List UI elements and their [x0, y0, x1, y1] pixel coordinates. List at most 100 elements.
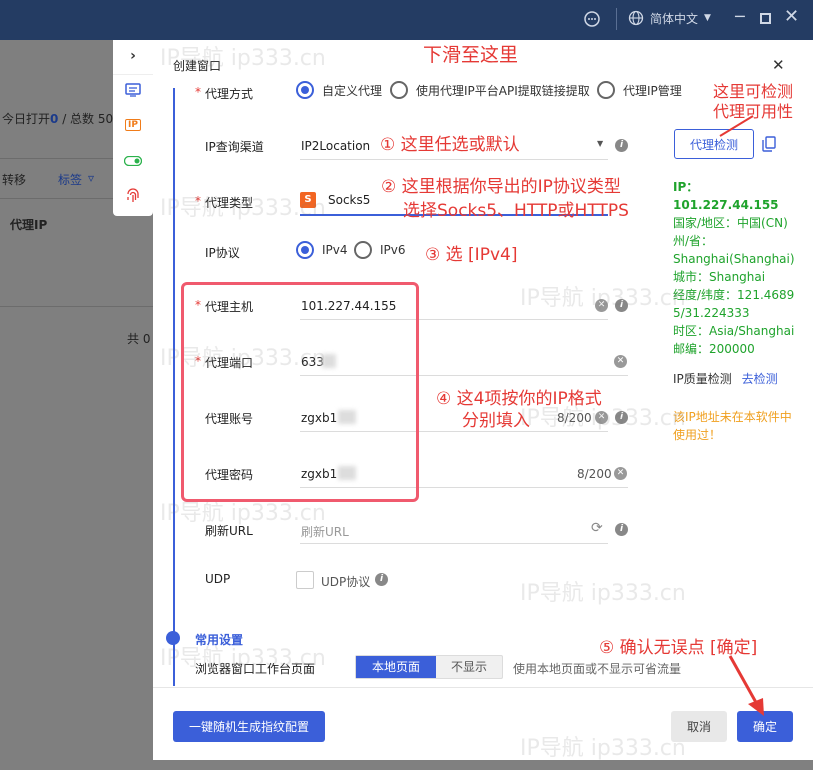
globe-icon[interactable]: [628, 10, 644, 29]
transfer-button[interactable]: 转移: [2, 171, 26, 188]
total-label: / 总数 50: [62, 112, 114, 126]
ip-warning: 该IP地址未在本软件中使用过！: [673, 410, 792, 442]
proxy-host-label: 代理主机: [205, 300, 254, 314]
divider: [616, 8, 617, 30]
annotation-arrow: [728, 655, 764, 716]
ip-timezone: 时区：Asia/Shanghai: [673, 324, 795, 338]
ip-query-label: IP查询渠道: [205, 140, 264, 154]
workbench-label: 浏览器窗口工作台页面: [195, 662, 316, 676]
radio-custom-proxy[interactable]: 自定义代理: [296, 81, 382, 99]
filter-icon: ▿: [88, 171, 95, 185]
proxy-port-label: 代理端口: [205, 356, 254, 370]
info-icon: i: [615, 139, 628, 152]
required-mark: *: [195, 194, 201, 208]
refresh-url-input[interactable]: 刷新URL ⟳: [300, 514, 608, 544]
segment-hide[interactable]: 不显示: [436, 656, 502, 678]
support-icon[interactable]: [582, 10, 602, 31]
blur-mask: [322, 354, 336, 368]
udp-row: UDP UDP协议 i: [153, 568, 813, 598]
copy-icon[interactable]: [762, 136, 776, 155]
clear-icon[interactable]: ✕: [595, 299, 608, 312]
info-icon: i: [615, 523, 628, 536]
ip-city: 城市：Shanghai: [673, 270, 766, 284]
window-icon[interactable]: [123, 80, 143, 100]
divider: [113, 74, 153, 75]
char-counter: 8/200: [577, 467, 612, 481]
blur-mask: [338, 466, 356, 480]
common-settings-title: 常用设置: [195, 633, 244, 647]
cancel-button[interactable]: 取消: [671, 711, 727, 742]
annotation-2b: 选择Socks5、HTTP或HTTPS: [403, 201, 629, 221]
ip-quality-link[interactable]: 去检测: [742, 372, 778, 386]
minimize-icon[interactable]: ─: [735, 7, 745, 26]
fingerprint-icon[interactable]: [123, 186, 143, 206]
total-count: 共 0: [127, 332, 151, 346]
ip-protocol-label: IP协议: [205, 246, 240, 260]
info-icon: i: [615, 411, 628, 424]
mini-sidebar: › IP: [113, 40, 153, 216]
ip-icon[interactable]: IP: [123, 115, 143, 135]
char-counter: 8/200: [557, 411, 592, 425]
ip-province: 州/省：Shanghai(Shanghai): [673, 234, 795, 266]
clear-icon[interactable]: ✕: [595, 411, 608, 424]
divider: [0, 306, 160, 307]
annotation-scroll: 下滑至这里: [423, 44, 519, 66]
radio-api-extract[interactable]: 使用代理IP平台API提取链接提取: [390, 81, 590, 99]
refresh-icon[interactable]: ⟳: [591, 520, 603, 536]
ip-quality-label: IP质量检测: [673, 372, 732, 386]
refresh-url-label: 刷新URL: [205, 524, 253, 538]
caret-down-icon: ▼: [597, 139, 604, 148]
required-mark: *: [195, 85, 201, 99]
dialog-title: 创建窗口: [173, 59, 222, 73]
proxy-port-input[interactable]: 633 ✕: [300, 346, 628, 376]
radio-proxy-manage[interactable]: 代理IP管理: [597, 81, 682, 99]
app-titlebar: 简体中文 ▼ ─ ✕: [0, 0, 813, 40]
generate-fingerprint-button[interactable]: 一键随机生成指纹配置: [173, 711, 325, 742]
proxy-password-label: 代理密码: [205, 468, 254, 482]
segment-local-page[interactable]: 本地页面: [356, 656, 436, 678]
ip-lonlat: 经度/纬度：121.46895/31.224333: [673, 288, 795, 320]
blur-mask: [338, 410, 356, 424]
clear-icon[interactable]: ✕: [614, 467, 627, 480]
chevron-right-icon[interactable]: ›: [123, 46, 143, 66]
close-icon[interactable]: ✕: [772, 56, 785, 74]
proxy-method-label: 代理方式: [205, 87, 254, 101]
proxy-password-input[interactable]: zgxb1 8/200 ✕: [300, 458, 628, 488]
proxy-type-label: 代理类型: [205, 196, 254, 210]
annotation-2a: ② 这里根据你导出的IP协议类型: [381, 177, 621, 197]
info-icon: i: [375, 573, 388, 586]
tag-button[interactable]: 标签: [58, 171, 82, 188]
udp-label: UDP: [205, 572, 231, 586]
ip-quality-row: IP质量检测 去检测: [673, 370, 778, 387]
socks-badge: S: [300, 192, 316, 208]
chevron-down-icon: ▼: [704, 13, 711, 23]
annotation-1: ① 这里任选或默认: [380, 135, 520, 155]
proxy-host-input[interactable]: 101.227.44.155 ✕: [300, 290, 608, 320]
ip-address: IP：101.227.44.155: [673, 180, 779, 212]
window-close-icon[interactable]: ✕: [784, 6, 799, 27]
annotation-arrow: [719, 115, 754, 137]
refresh-url-row: 刷新URL 刷新URL ⟳ i: [153, 514, 813, 544]
toggle-icon[interactable]: [123, 151, 143, 171]
maximize-icon[interactable]: [760, 13, 771, 24]
proxy-ip-column: 代理IP: [10, 218, 48, 232]
ip-info-panel: IP：101.227.44.155 国家/地区：中国(CN) 州/省：Shang…: [673, 178, 801, 358]
ip-zip: 邮编：200000: [673, 342, 755, 356]
clear-icon[interactable]: ✕: [614, 355, 627, 368]
proxy-account-label: 代理账号: [205, 412, 254, 426]
language-select[interactable]: 简体中文: [650, 10, 698, 27]
today-open-label: 今日打开: [2, 112, 51, 126]
info-icon: i: [615, 299, 628, 312]
workbench-segment: 本地页面 不显示: [355, 655, 503, 679]
radio-ipv4[interactable]: IPv4: [296, 241, 348, 259]
required-mark: *: [195, 354, 201, 368]
required-mark: *: [195, 298, 201, 312]
workbench-hint: 使用本地页面或不显示可省流量: [513, 662, 682, 676]
radio-ipv6[interactable]: IPv6: [354, 241, 406, 259]
today-open-value: 0: [50, 112, 59, 126]
annotation-3: ③ 选 [IPv4]: [425, 245, 518, 265]
udp-checkbox[interactable]: [296, 571, 314, 589]
ip-country: 国家/地区：中国(CN): [673, 216, 788, 230]
annotation-4b: 分别填入: [462, 411, 530, 431]
step-dot: [166, 631, 180, 645]
